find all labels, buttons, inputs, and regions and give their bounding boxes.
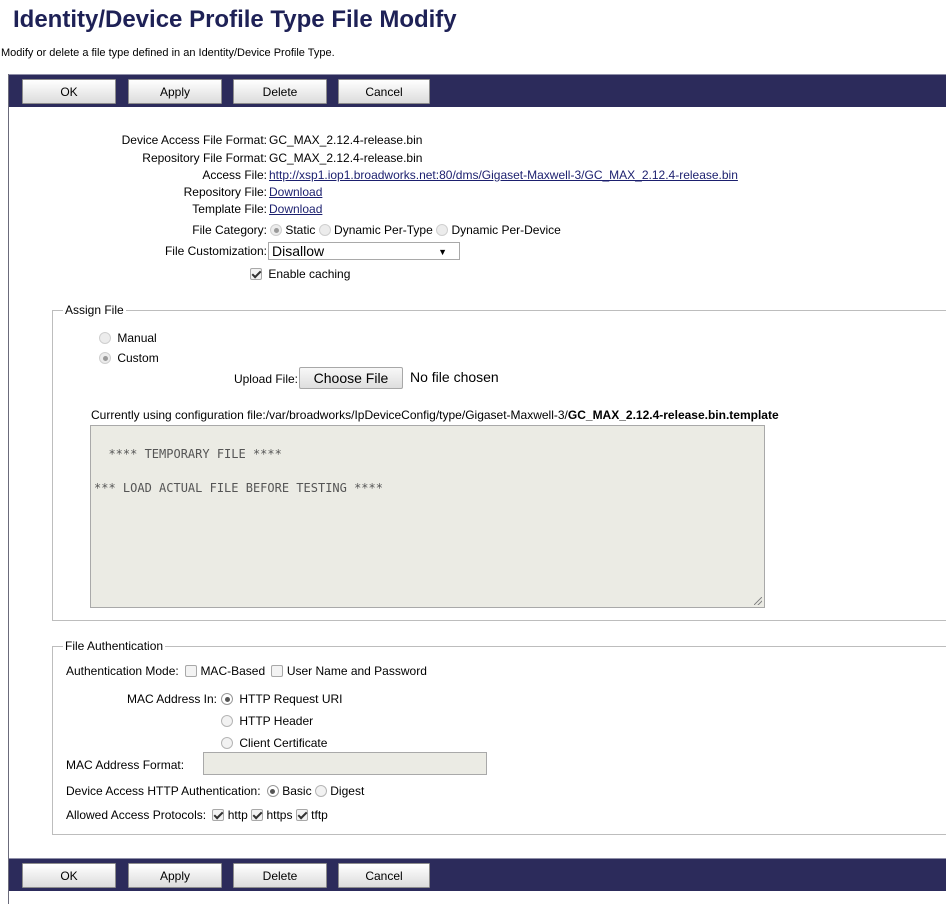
basic-radio[interactable] bbox=[266, 785, 279, 797]
assign-file-legend: Assign File bbox=[65, 303, 124, 317]
repository-file-label: Repository File: bbox=[183, 185, 267, 199]
http-header-label: HTTP Header bbox=[239, 714, 314, 728]
client-certificate-radio[interactable] bbox=[221, 737, 233, 749]
bottom-toolbar: OK Apply Delete Cancel bbox=[9, 858, 946, 891]
digest-label: Digest bbox=[330, 784, 365, 798]
currently-using-path: /var/broadworks/IpDeviceConfig/type/Giga… bbox=[265, 408, 568, 422]
protocols-row: Allowed Access Protocols: http https tft… bbox=[66, 808, 328, 822]
category-static-label: Static bbox=[285, 223, 316, 237]
currently-using-line: Currently using configuration file:/var/… bbox=[91, 408, 779, 422]
file-customization-value: Disallow bbox=[272, 243, 325, 259]
ok-button-bottom[interactable]: OK bbox=[22, 863, 116, 888]
page-title: Identity/Device Profile Type File Modify bbox=[13, 6, 457, 33]
digest-radio[interactable] bbox=[314, 785, 327, 797]
config-file-contents: **** TEMPORARY FILE **** *** LOAD ACTUAL… bbox=[94, 447, 383, 495]
http-auth-label: Device Access HTTP Authentication: bbox=[66, 784, 261, 798]
file-customization-select[interactable]: Disallow ▼ bbox=[268, 242, 460, 260]
page-subtitle: Modify or delete a file type defined in … bbox=[1, 47, 335, 59]
http-label: http bbox=[227, 808, 248, 822]
category-dynamic-device-radio[interactable] bbox=[436, 224, 449, 236]
delete-button[interactable]: Delete bbox=[233, 79, 327, 104]
ok-button[interactable]: OK bbox=[22, 79, 116, 104]
basic-label: Basic bbox=[282, 784, 312, 798]
custom-label: Custom bbox=[117, 351, 159, 365]
cancel-button[interactable]: Cancel bbox=[338, 79, 430, 104]
auth-mode-row: Authentication Mode: MAC-Based User Name… bbox=[66, 664, 427, 678]
repository-file-download-link[interactable]: Download bbox=[269, 185, 322, 199]
auth-mode-label: Authentication Mode: bbox=[66, 664, 179, 678]
mac-based-checkbox[interactable] bbox=[185, 665, 198, 677]
http-checkbox[interactable] bbox=[212, 809, 225, 821]
mac-in-header-row: HTTP Header bbox=[221, 714, 313, 728]
currently-using-filename: GC_MAX_2.12.4-release.bin.template bbox=[567, 408, 779, 422]
delete-button-bottom[interactable]: Delete bbox=[233, 863, 327, 888]
tftp-checkbox[interactable] bbox=[295, 809, 308, 821]
currently-using-prefix: Currently using configuration file: bbox=[91, 408, 266, 422]
category-dynamic-type-radio[interactable] bbox=[318, 224, 331, 236]
resize-grip-icon[interactable] bbox=[754, 597, 762, 605]
access-file-link[interactable]: http://xsp1.iop1.broadworks.net:80/dms/G… bbox=[269, 168, 738, 182]
template-file-label: Template File: bbox=[192, 202, 267, 216]
dropdown-arrow-icon: ▼ bbox=[438, 247, 447, 257]
cancel-button-bottom[interactable]: Cancel bbox=[338, 863, 430, 888]
enable-caching-row: Enable caching bbox=[250, 267, 350, 281]
http-request-uri-label: HTTP Request URI bbox=[239, 692, 343, 706]
user-pass-checkbox[interactable] bbox=[271, 665, 284, 677]
no-file-chosen-text: No file chosen bbox=[410, 369, 499, 385]
manual-row: Manual bbox=[99, 331, 157, 345]
category-static-radio[interactable] bbox=[270, 224, 282, 236]
mac-format-input[interactable] bbox=[203, 752, 487, 775]
mac-based-label: MAC-Based bbox=[200, 664, 266, 678]
upload-file-label: Upload File: bbox=[233, 372, 298, 386]
user-pass-label: User Name and Password bbox=[286, 664, 427, 678]
https-checkbox[interactable] bbox=[251, 809, 264, 821]
mac-in-label: MAC Address In: bbox=[126, 692, 217, 706]
file-category-group: Static Dynamic Per-Type Dynamic Per-Devi… bbox=[270, 223, 561, 237]
custom-radio[interactable] bbox=[99, 352, 111, 364]
http-auth-row: Device Access HTTP Authentication: Basic… bbox=[66, 784, 364, 798]
template-file-download-link[interactable]: Download bbox=[269, 202, 322, 216]
file-customization-label: File Customization: bbox=[164, 244, 267, 258]
tftp-label: tftp bbox=[311, 808, 328, 822]
client-certificate-label: Client Certificate bbox=[239, 736, 328, 750]
choose-file-button[interactable]: Choose File bbox=[299, 367, 403, 389]
manual-label: Manual bbox=[117, 331, 157, 345]
enable-caching-checkbox[interactable] bbox=[250, 268, 262, 280]
access-file-label: Access File: bbox=[202, 168, 267, 182]
mac-in-cert-row: Client Certificate bbox=[221, 736, 327, 750]
apply-button[interactable]: Apply bbox=[128, 79, 222, 104]
http-header-radio[interactable] bbox=[221, 715, 233, 727]
http-request-uri-radio[interactable] bbox=[221, 693, 233, 705]
enable-caching-label: Enable caching bbox=[268, 267, 351, 281]
device-access-format-value: GC_MAX_2.12.4-release.bin bbox=[269, 133, 423, 147]
apply-button-bottom[interactable]: Apply bbox=[128, 863, 222, 888]
repository-format-label: Repository File Format: bbox=[142, 151, 267, 165]
config-file-textarea[interactable]: **** TEMPORARY FILE **** *** LOAD ACTUAL… bbox=[90, 425, 765, 608]
repository-format-value: GC_MAX_2.12.4-release.bin bbox=[269, 151, 423, 165]
custom-row: Custom bbox=[99, 351, 159, 365]
mac-in-uri-row: HTTP Request URI bbox=[221, 692, 343, 706]
protocols-label: Allowed Access Protocols: bbox=[66, 808, 207, 822]
https-label: https bbox=[266, 808, 293, 822]
device-access-format-label: Device Access File Format: bbox=[121, 133, 267, 147]
manual-radio[interactable] bbox=[99, 332, 111, 344]
top-toolbar: OK Apply Delete Cancel bbox=[9, 74, 946, 107]
category-dynamic-type-label: Dynamic Per-Type bbox=[334, 223, 433, 237]
file-category-label: File Category: bbox=[192, 223, 267, 237]
category-dynamic-device-label: Dynamic Per-Device bbox=[451, 223, 561, 237]
mac-format-label: MAC Address Format: bbox=[66, 758, 185, 772]
file-auth-legend: File Authentication bbox=[65, 639, 164, 653]
